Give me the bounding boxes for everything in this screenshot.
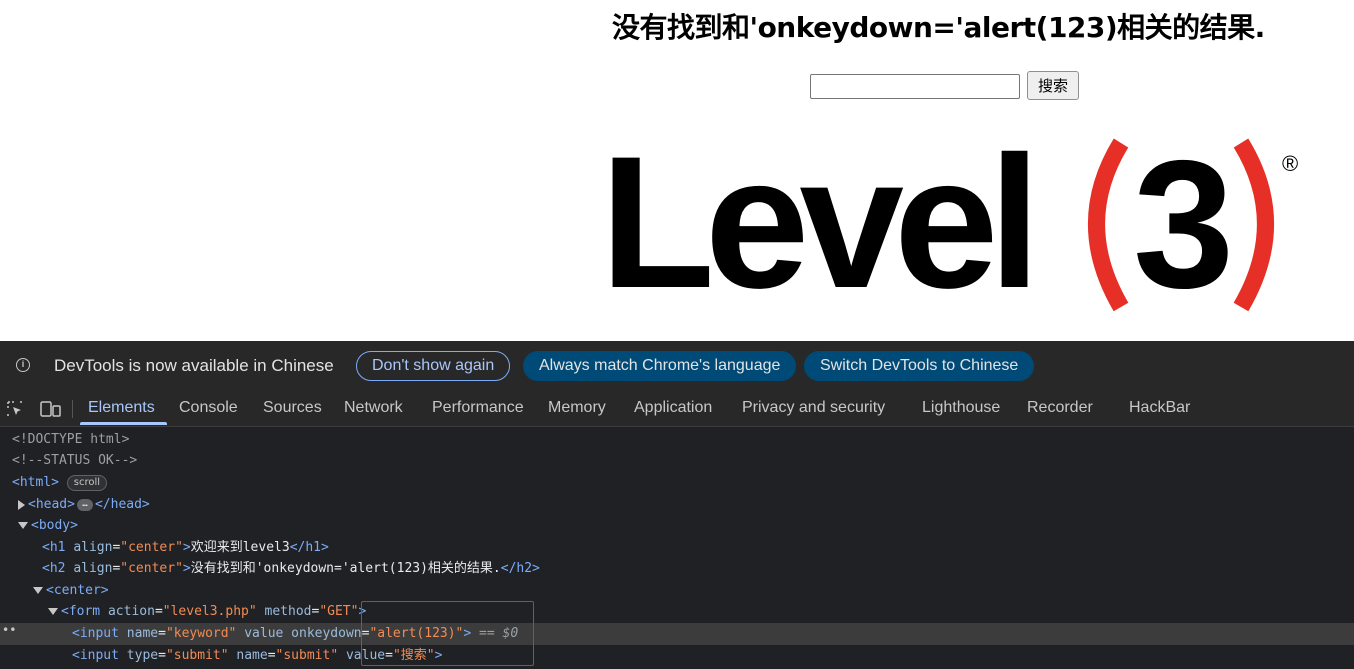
dom-html-node[interactable]: <html> scroll [12,472,108,493]
info-icon: i [16,358,30,372]
devtools-panel: i DevTools is now available in Chinese D… [0,341,1354,669]
device-toolbar-icon[interactable] [40,400,62,418]
logo-text: Level [600,135,1031,315]
dom-h1-open: <h1 [42,540,66,555]
dom-attr-value: "GET" [319,604,359,619]
page-viewport: 没有找到和'onkeydown='alert(123)相关的结果. 搜索 Lev… [0,0,1354,341]
annotation-highlight-box [361,601,534,666]
tab-performance[interactable]: Performance [432,399,524,417]
active-tab-indicator [80,422,167,425]
collapse-arrow-icon[interactable] [33,587,43,594]
logo-number: 3 [1133,135,1234,315]
search-button[interactable]: 搜索 [1027,71,1079,100]
tab-sources[interactable]: Sources [263,399,322,417]
dom-attr-value: "submit" [275,648,339,663]
tab-application[interactable]: Application [634,399,712,417]
dom-attr-value: "level3.php" [162,604,257,619]
tab-lighthouse[interactable]: Lighthouse [922,399,1000,417]
dom-attr-value: "center" [120,561,183,576]
match-language-button[interactable]: Always match Chrome's language [523,351,797,381]
dom-attr-value: "keyword" [165,626,237,641]
expand-arrow-icon[interactable] [18,499,25,510]
infobar-message: DevTools is now available in Chinese [54,356,334,375]
dom-attr-value: "center" [120,540,183,555]
dom-center-open: <center> [46,583,109,598]
dom-input-open: <input [72,626,119,641]
dom-attr-name: align [73,561,113,576]
dom-h2-text: 没有找到和'onkeydown='alert(123)相关的结果. [190,561,501,576]
dom-input-open: <input [72,648,119,663]
tab-network[interactable]: Network [344,399,403,417]
toolbar-separator [72,400,73,418]
tab-elements[interactable]: Elements [88,399,155,417]
node-actions-ellipsis[interactable]: •• [2,623,16,637]
dont-show-again-button[interactable]: Don't show again [356,351,511,381]
dom-h2-close: </h2> [500,561,540,576]
dom-html-tag: <html> [12,475,59,490]
search-input[interactable] [810,74,1020,99]
language-infobar: i DevTools is now available in Chinese D… [0,341,1354,391]
inspect-element-icon[interactable] [6,400,24,418]
dom-center-node[interactable]: <center> [33,580,109,601]
dom-body-node[interactable]: <body> [18,515,78,536]
tab-memory[interactable]: Memory [548,399,606,417]
dom-attr-name: value onkeydown [244,626,362,641]
dom-head-node[interactable]: <head>… </head> [18,494,150,515]
dom-h1-text: 欢迎来到level3 [190,540,290,555]
dom-tree: •• <!DOCTYPE html> <!--STATUS OK--> <htm… [0,427,1354,669]
collapse-arrow-icon[interactable] [18,522,28,529]
dom-attr-name: name [126,626,159,641]
scroll-badge[interactable]: scroll [66,474,108,491]
registered-mark: ® [1282,151,1298,176]
switch-language-button[interactable]: Switch DevTools to Chinese [804,351,1035,381]
dom-comment[interactable]: <!--STATUS OK--> [12,450,137,471]
dom-form-node[interactable]: <form action="level3.php" method="GET"> [48,601,366,622]
dom-doctype[interactable]: <!DOCTYPE html> [12,429,129,450]
tab-console[interactable]: Console [179,399,238,417]
collapse-arrow-icon[interactable] [48,608,58,615]
level3-logo: Level 3 ® [600,135,1298,315]
devtools-tabbar: Elements Console Sources Network Perform… [0,391,1354,427]
collapsed-ellipsis[interactable]: … [76,498,93,511]
dom-attr-name: action [107,604,155,619]
result-heading: 没有找到和'onkeydown='alert(123)相关的结果. [612,11,1265,44]
dom-attr-name: type [126,648,159,663]
dom-h2-open: <h2 [42,561,66,576]
tab-hackbar[interactable]: HackBar [1129,399,1190,417]
tab-recorder[interactable]: Recorder [1027,399,1093,417]
dom-attr-name: align [73,540,113,555]
logo-right-paren [1233,138,1274,312]
dom-h1-node[interactable]: <h1 align="center">欢迎来到level3</h1> [42,537,329,558]
dom-attr-name: name [236,648,268,663]
dom-h2-node[interactable]: <h2 align="center">没有找到和'onkeydown='aler… [42,558,540,579]
dom-head-close: </head> [94,497,150,512]
dom-attr-name: method [264,604,312,619]
dom-form-open: <form [61,604,101,619]
dom-head-open: <head> [28,497,75,512]
dom-body-open: <body> [31,518,78,533]
dom-attr-value: "submit" [165,648,229,663]
tab-privacy-security[interactable]: Privacy and security [742,399,885,417]
dom-h1-close: </h1> [289,540,329,555]
logo-left-paren [1088,138,1129,312]
